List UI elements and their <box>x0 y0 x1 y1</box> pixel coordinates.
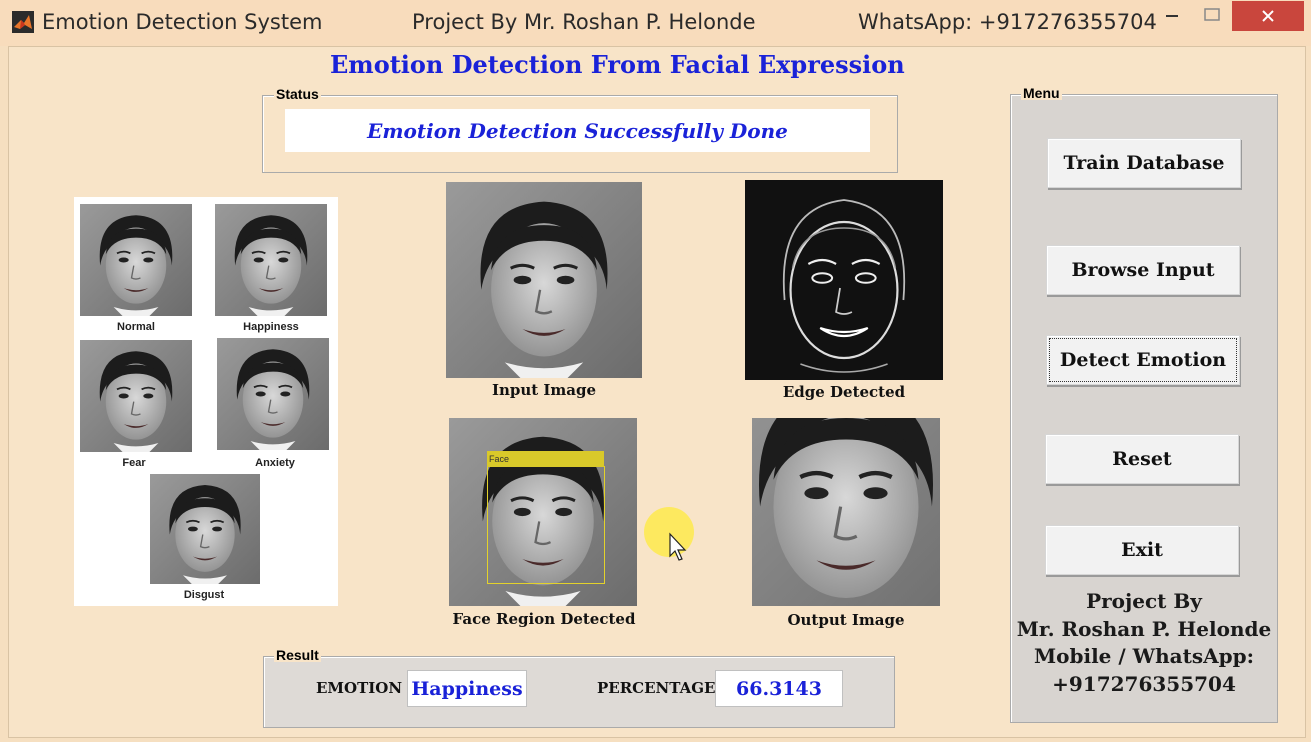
minimize-button[interactable] <box>1158 0 1186 30</box>
input-image-caption: Input Image <box>491 381 597 399</box>
caption-normal: Normal <box>117 321 155 333</box>
detect-emotion-button[interactable]: Detect Emotion <box>1046 335 1240 385</box>
train-database-button[interactable]: Train Database <box>1047 138 1241 188</box>
disgust-face-image <box>150 474 260 584</box>
input-image <box>446 182 642 378</box>
window-title: Emotion Detection System <box>42 10 323 34</box>
page-title: Emotion Detection From Facial Expression <box>330 50 905 79</box>
face-region-caption: Face Region Detected <box>452 610 636 628</box>
minimize-icon <box>1166 15 1178 17</box>
percentage-value: 66.3143 <box>715 670 843 707</box>
title-bar: Emotion Detection System Project By Mr. … <box>0 0 1311 46</box>
percentage-label: PERCENTAGE <box>597 679 716 697</box>
exit-button[interactable]: Exit <box>1045 525 1239 575</box>
credit-line-3: Mobile / WhatsApp: <box>1034 644 1254 668</box>
anxiety-face-image <box>217 338 329 450</box>
face-bounding-box <box>487 466 605 584</box>
status-text: Emotion Detection Successfully Done <box>285 109 870 152</box>
fear-face-image <box>80 340 192 452</box>
title-project-by: Project By Mr. Roshan P. Helonde <box>412 10 756 34</box>
maximize-button[interactable] <box>1198 0 1226 30</box>
close-icon <box>1262 10 1274 22</box>
emotion-label: EMOTION <box>316 679 403 697</box>
browse-input-button[interactable]: Browse Input <box>1046 245 1240 295</box>
edge-detected-image <box>745 180 943 380</box>
emotion-value: Happiness <box>407 670 527 707</box>
output-image-caption: Output Image <box>787 611 905 629</box>
close-button[interactable] <box>1232 1 1304 31</box>
caption-anxiety: Anxiety <box>255 457 295 469</box>
credit-line-4: +917276355704 <box>1052 671 1236 696</box>
face-box-label: Face <box>487 451 604 467</box>
title-whatsapp: WhatsApp: +917276355704 <box>858 10 1157 34</box>
caption-fear: Fear <box>122 457 146 469</box>
mouse-cursor-icon <box>669 532 687 561</box>
reset-button[interactable]: Reset <box>1045 434 1239 484</box>
maximize-icon <box>1204 8 1220 21</box>
credit-line-2: Mr. Roshan P. Helonde <box>1016 616 1272 641</box>
status-panel-label: Status <box>274 86 321 102</box>
normal-face-image <box>80 204 192 316</box>
result-panel-label: Result <box>274 647 321 663</box>
edge-detected-caption: Edge Detected <box>782 383 906 401</box>
reference-expressions: Normal Happiness Fear Anxiety Disgust <box>74 197 338 606</box>
happiness-face-image <box>215 204 327 316</box>
output-image <box>752 418 940 606</box>
caption-disgust: Disgust <box>183 589 225 601</box>
menu-panel-label: Menu <box>1021 85 1062 101</box>
matlab-icon <box>12 11 34 33</box>
credits: Project By Mr. Roshan P. Helonde Mobile … <box>1012 588 1276 698</box>
face-region-image: Face <box>449 418 637 606</box>
credit-line-1: Project By <box>1086 589 1202 613</box>
caption-happiness: Happiness <box>243 321 299 333</box>
